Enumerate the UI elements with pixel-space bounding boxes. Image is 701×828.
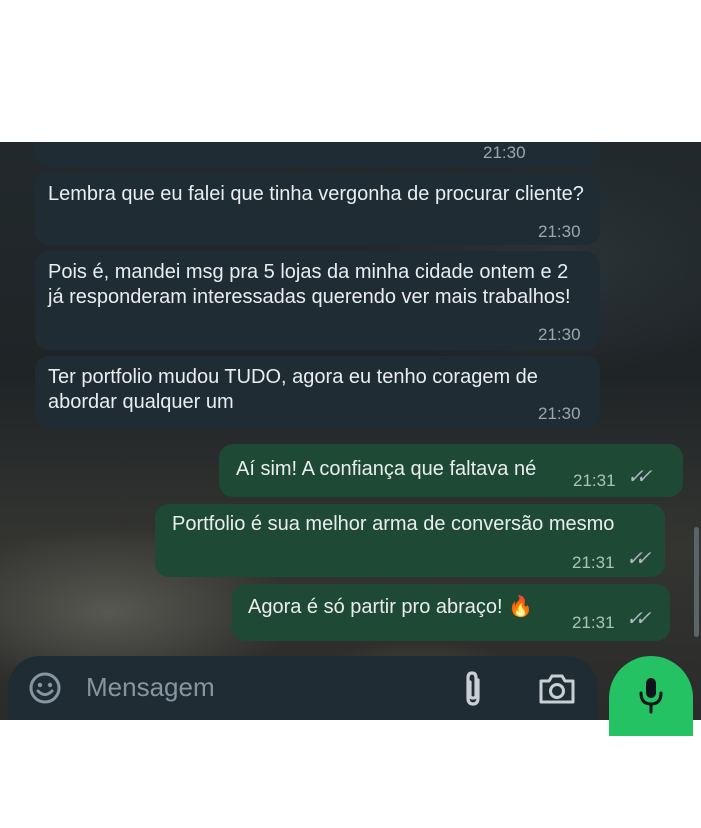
message-time: 21:30 (538, 325, 581, 344)
message-incoming[interactable]: Ter portfolio mudou TUDO, agora eu tenho… (35, 356, 600, 429)
mic-icon (637, 676, 665, 716)
read-ticks-icon: ✓✓ (627, 466, 652, 488)
mic-button[interactable] (609, 656, 693, 736)
message-incoming[interactable]: Lembra que eu falei que tinha vergonha d… (35, 173, 600, 245)
message-time: 21:31 (572, 553, 615, 572)
message-text: Lembra que eu falei que tinha vergonha d… (48, 183, 584, 205)
message-time: 21:31 (573, 471, 616, 490)
message-time: 21:30 (538, 404, 581, 423)
chat-area: 21:30 Lembra que eu falei que tinha verg… (0, 142, 701, 720)
message-composer: Mensagem (8, 656, 598, 720)
scrollbar[interactable] (694, 527, 699, 637)
message-incoming[interactable]: Pois é, mandei msg pra 5 lojas da minha … (35, 251, 600, 350)
message-outgoing[interactable]: Aí sim! A confiança que faltava né 21:31… (219, 444, 683, 497)
message-text: Ter portfolio mudou TUDO, agora eu tenho… (48, 366, 538, 413)
message-text: Portfolio é sua melhor arma de conversão… (172, 513, 615, 535)
message-time: 21:30 (483, 143, 526, 162)
message-incoming-cut: 21:30 (35, 142, 600, 167)
message-outgoing[interactable]: Agora é só partir pro abraço! 🔥 21:31 ✓✓ (232, 584, 670, 641)
message-time: 21:31 (572, 613, 615, 632)
message-input[interactable]: Mensagem (86, 672, 215, 703)
read-ticks-icon: ✓✓ (626, 548, 651, 570)
message-text: Pois é, mandei msg pra 5 lojas da minha … (48, 261, 571, 308)
message-outgoing[interactable]: Portfolio é sua melhor arma de conversão… (155, 504, 665, 577)
camera-icon[interactable] (537, 672, 577, 706)
read-ticks-icon: ✓✓ (626, 608, 651, 630)
attach-icon[interactable] (460, 670, 488, 708)
sticker-icon[interactable] (28, 671, 62, 705)
message-time: 21:30 (538, 222, 581, 241)
